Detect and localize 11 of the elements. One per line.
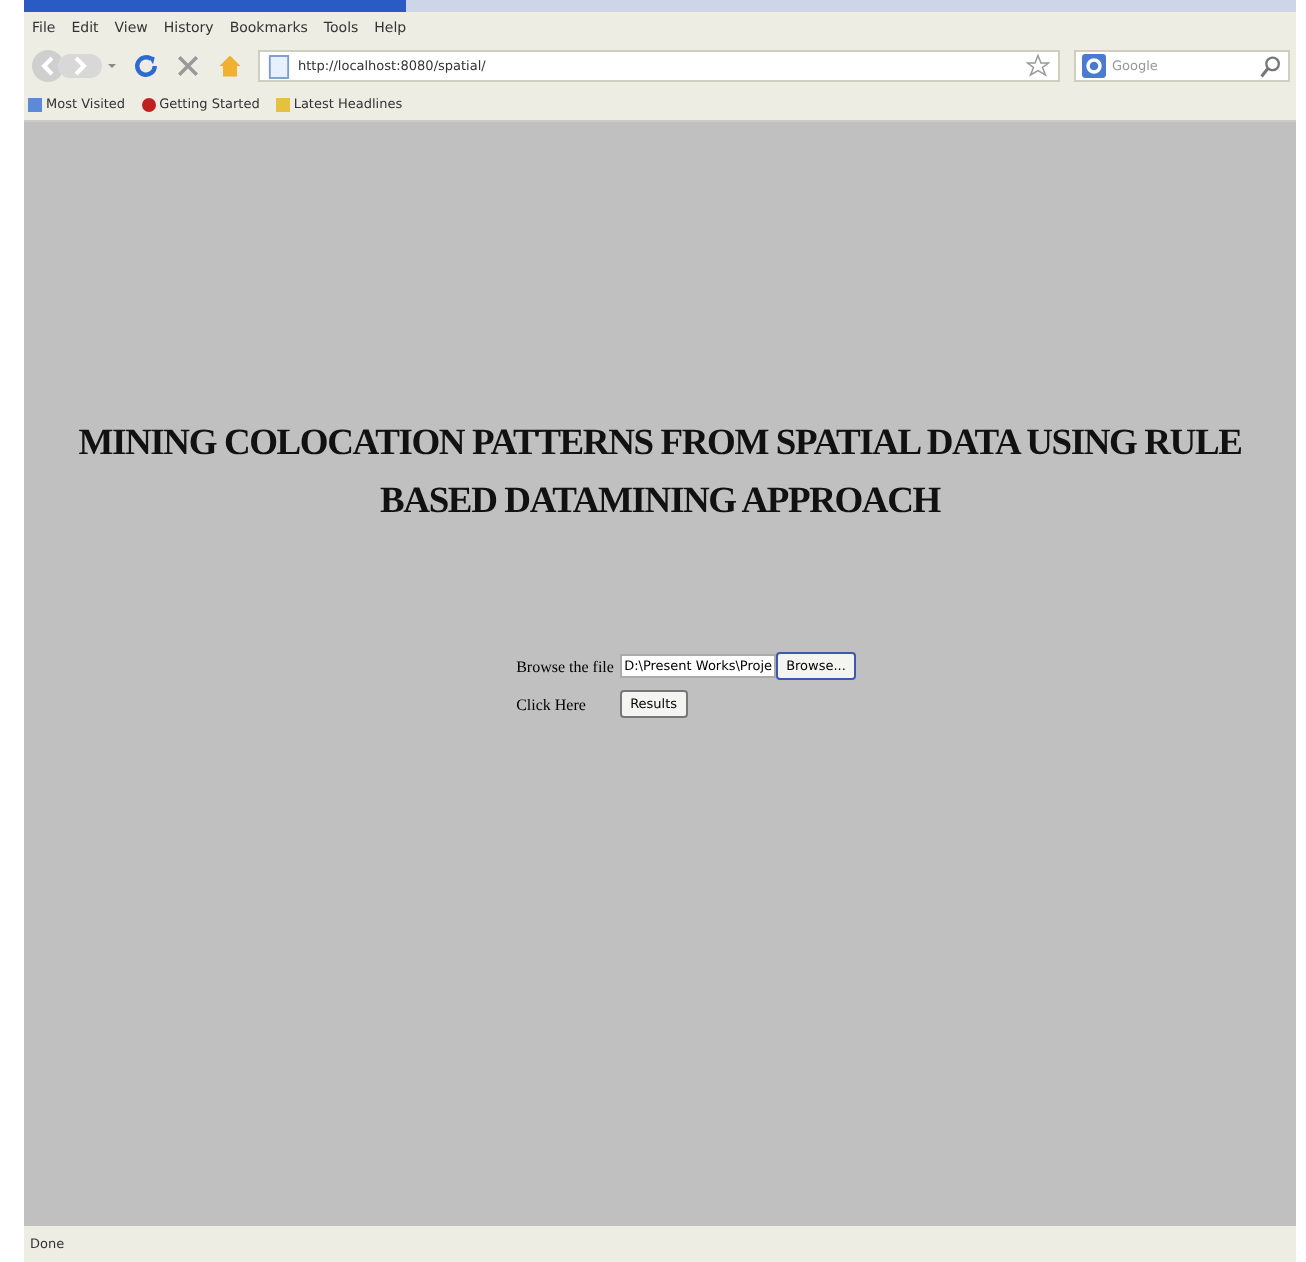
page-heading: MINING COLOCATION PATTERNS FROM SPATIAL DATA USING RULE BASED DATAMINING APPROACH — [76, 422, 1244, 526]
home-icon[interactable] — [216, 52, 244, 80]
reload-icon[interactable] — [132, 52, 160, 80]
star-icon[interactable] — [1026, 54, 1050, 78]
form-label: Browse the file — [516, 657, 613, 675]
search-icon[interactable] — [1260, 55, 1282, 77]
stop-icon[interactable] — [174, 52, 202, 80]
form-label: Click Here — [516, 695, 588, 713]
back-forward-icon[interactable] — [30, 48, 118, 84]
page-icon — [268, 53, 290, 79]
search-engine-icon — [1082, 54, 1106, 78]
